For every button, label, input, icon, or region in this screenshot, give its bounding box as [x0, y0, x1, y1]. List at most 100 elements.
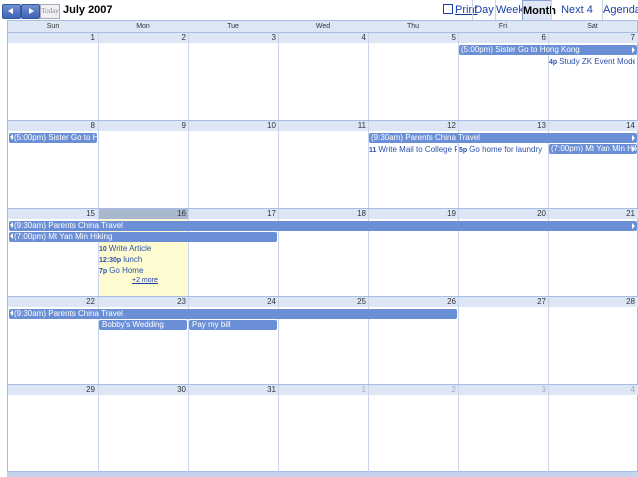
month-grid: Sun Mon Tue Wed Thu Fri Sat 1 2 3 4 5 6 …: [7, 20, 638, 472]
day-number[interactable]: 7: [549, 33, 638, 43]
day-cell[interactable]: 2: [98, 33, 189, 121]
day-cell[interactable]: 9: [98, 121, 189, 209]
day-cell[interactable]: 10: [188, 121, 279, 209]
next-button[interactable]: [21, 4, 40, 19]
day-number[interactable]: 17: [189, 209, 279, 219]
today-button[interactable]: Today: [40, 4, 60, 19]
event-title: (9:30am) Parents China Travel: [371, 133, 480, 142]
event-title: Write Article: [108, 244, 152, 253]
date-range-title: July 2007: [63, 4, 113, 16]
event-title: (9:30am) Parents China Travel: [14, 221, 123, 230]
day-number[interactable]: 13: [459, 121, 549, 131]
day-number[interactable]: 29: [8, 385, 98, 395]
event-bar[interactable]: Pay my bill: [189, 320, 277, 330]
day-number[interactable]: 30: [99, 385, 189, 395]
tab-day[interactable]: Day: [472, 0, 495, 20]
event-time: 4p: [549, 59, 558, 66]
event-bar[interactable]: (9:30am) Parents China Travel: [9, 309, 457, 319]
printer-icon: [443, 4, 453, 14]
day-number[interactable]: 24: [189, 297, 279, 307]
more-events-link[interactable]: +2 more: [132, 277, 158, 284]
day-number[interactable]: 9: [99, 121, 189, 131]
day-number[interactable]: 31: [189, 385, 279, 395]
event-time: 10: [99, 246, 107, 253]
event-item[interactable]: 5p Go home for laundry: [459, 144, 547, 155]
day-number[interactable]: 18: [279, 209, 369, 219]
day-number[interactable]: 12: [369, 121, 459, 131]
event-item[interactable]: 4p Study ZK Event Model: [549, 56, 635, 67]
day-number[interactable]: 3: [189, 33, 279, 43]
event-bar[interactable]: (7:00pm) Mt Yan Min Hiking: [9, 232, 277, 242]
day-cell[interactable]: 30: [98, 385, 189, 472]
day-cell[interactable]: 5: [368, 33, 459, 121]
event-bar[interactable]: (9:30am) Parents China Travel: [369, 133, 637, 143]
arrow-right-icon: [29, 8, 34, 14]
event-item[interactable]: 12:30p lunch: [99, 254, 187, 265]
event-title: (5:00pm) Sister Go to Ho: [14, 133, 97, 142]
day-number[interactable]: 22: [8, 297, 98, 307]
day-number[interactable]: 11: [279, 121, 369, 131]
event-item[interactable]: 10 Write Article: [99, 243, 187, 254]
day-number[interactable]: 20: [459, 209, 549, 219]
continues-left-icon: [10, 233, 13, 239]
day-number[interactable]: 1: [279, 385, 369, 395]
event-bar[interactable]: (5:00pm) Sister Go to Ho: [9, 133, 97, 143]
day-number[interactable]: 25: [279, 297, 369, 307]
week-row: 15 16 17 18 19 20 21 (9:30am) Parents Ch…: [8, 208, 638, 297]
day-number[interactable]: 15: [8, 209, 98, 219]
day-number[interactable]: 2: [369, 385, 459, 395]
day-number[interactable]: 8: [8, 121, 98, 131]
event-bar[interactable]: (5:00pm) Sister Go to Hong Kong: [459, 45, 637, 55]
day-number[interactable]: 6: [459, 33, 549, 43]
tab-month[interactable]: Month: [522, 0, 556, 21]
event-bar[interactable]: (7:00pm) Mt Yan Min Hiking: [549, 144, 637, 154]
day-cell[interactable]: 4: [278, 33, 369, 121]
day-number[interactable]: 21: [549, 209, 638, 219]
day-cell[interactable]: 1: [278, 385, 369, 472]
event-title: (7:00pm) Mt Yan Min Hiking: [14, 232, 113, 241]
day-number[interactable]: 4: [549, 385, 638, 395]
day-number[interactable]: 3: [459, 385, 549, 395]
previous-button[interactable]: [2, 4, 21, 19]
continues-left-icon: [10, 310, 13, 316]
event-time: 7p: [99, 268, 108, 275]
event-bar[interactable]: Bobby's Wedding: [99, 320, 187, 330]
day-number[interactable]: 1: [8, 33, 98, 43]
day-cell[interactable]: 11: [278, 121, 369, 209]
day-cell[interactable]: 3: [458, 385, 549, 472]
day-cell[interactable]: 27: [458, 297, 549, 385]
day-cell[interactable]: 28: [548, 297, 638, 385]
tab-agenda[interactable]: Agenda: [602, 0, 638, 20]
event-title: Write Mail to College Fr: [378, 145, 457, 154]
day-cell[interactable]: 31: [188, 385, 279, 472]
day-number[interactable]: 5: [369, 33, 459, 43]
day-number[interactable]: 23: [99, 297, 189, 307]
day-number[interactable]: 10: [189, 121, 279, 131]
day-number[interactable]: 14: [549, 121, 638, 131]
day-number[interactable]: 16: [99, 209, 189, 219]
day-number[interactable]: 27: [459, 297, 549, 307]
day-number[interactable]: 26: [369, 297, 459, 307]
day-cell[interactable]: 1: [8, 33, 98, 121]
day-number[interactable]: 19: [369, 209, 459, 219]
day-cell[interactable]: 2: [368, 385, 459, 472]
tab-week[interactable]: Week: [495, 0, 524, 20]
event-title: Go home for laundry: [469, 145, 543, 154]
continues-right-icon: [632, 223, 635, 229]
continues-left-icon: [10, 134, 13, 140]
day-cell[interactable]: 3: [188, 33, 279, 121]
day-cell[interactable]: 29: [8, 385, 98, 472]
event-item[interactable]: 11 Write Mail to College Fr: [369, 144, 457, 155]
event-title: (7:00pm) Mt Yan Min Hiking: [551, 144, 637, 153]
week-row: 22 23 24 25 26 27 28 (9:30am) Parents Ch…: [8, 296, 638, 385]
day-number[interactable]: 4: [279, 33, 369, 43]
event-bar[interactable]: (9:30am) Parents China Travel: [9, 221, 637, 231]
event-title: (9:30am) Parents China Travel: [14, 309, 123, 318]
tab-next-4-days[interactable]: Next 4 Days: [551, 0, 602, 36]
day-cell[interactable]: 4: [548, 385, 638, 472]
continues-right-icon: [632, 135, 635, 141]
event-title: Go Home: [109, 266, 144, 275]
event-item[interactable]: 7p Go Home: [99, 265, 187, 276]
day-number[interactable]: 2: [99, 33, 189, 43]
day-number[interactable]: 28: [549, 297, 638, 307]
